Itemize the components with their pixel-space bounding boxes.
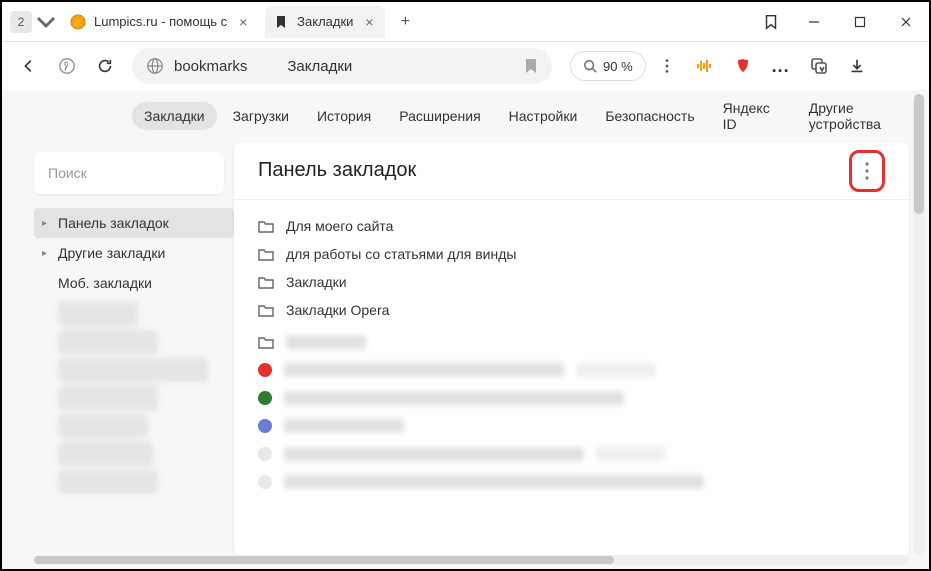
tree-label: Панель закладок	[58, 215, 169, 231]
toolbar: bookmarks Закладки 90 % ...	[2, 42, 929, 90]
tab-title: Lumpics.ru - помощь с	[94, 14, 227, 29]
folder-icon	[258, 219, 274, 233]
scrollbar-thumb[interactable]	[914, 94, 924, 214]
tree-item-blurred[interactable]	[58, 442, 153, 466]
more-options-button[interactable]	[849, 150, 885, 192]
vertical-scrollbar[interactable]	[913, 94, 925, 555]
sidebar: Поиск ▸Панель закладок ▸Другие закладки …	[2, 142, 234, 569]
cat-downloads[interactable]: Загрузки	[221, 102, 301, 130]
horizontal-scrollbar[interactable]	[34, 555, 909, 565]
tree-item-blurred[interactable]	[58, 386, 158, 410]
kebab-menu[interactable]	[650, 49, 684, 83]
folder-icon	[258, 247, 274, 261]
magnifier-icon	[583, 59, 597, 73]
cat-security[interactable]: Безопасность	[593, 102, 706, 130]
window-close[interactable]	[883, 2, 929, 42]
extension-translate-icon[interactable]	[802, 49, 836, 83]
cat-yandex-id[interactable]: Яндекс ID	[711, 94, 793, 138]
extension-shield-icon[interactable]	[726, 49, 760, 83]
tab-lumpics[interactable]: Lumpics.ru - помощь с ×	[62, 6, 259, 38]
close-icon[interactable]: ×	[235, 14, 251, 30]
chevron-right-icon: ▸	[42, 248, 56, 259]
folder-label: Закладки	[286, 274, 347, 290]
tab-bookmarks[interactable]: Закладки ×	[265, 6, 385, 38]
bookmark-icon	[273, 14, 289, 30]
folder-icon	[258, 303, 274, 317]
bookmark-item-blurred[interactable]	[258, 444, 885, 464]
cat-extensions[interactable]: Расширения	[387, 102, 492, 130]
tree-bookmarks-bar[interactable]: ▸Панель закладок	[34, 208, 234, 238]
scrollbar-thumb[interactable]	[34, 556, 614, 564]
search-input[interactable]: Поиск	[34, 152, 224, 194]
content-panel: Панель закладок Для моего сайта для рабо…	[234, 142, 909, 557]
tree-item-blurred[interactable]	[58, 414, 148, 438]
bookmark-item-blurred[interactable]	[258, 388, 885, 408]
bookmark-flag-icon[interactable]	[524, 58, 538, 74]
tree-label: Моб. закладки	[58, 275, 152, 291]
bookmark-item-blurred[interactable]	[258, 332, 885, 352]
chevron-right-icon: ▸	[42, 218, 56, 229]
reload-button[interactable]	[88, 49, 122, 83]
folder-label: Для моего сайта	[286, 218, 393, 234]
bookmark-folder[interactable]: Закладки	[258, 268, 885, 296]
tree-other-bookmarks[interactable]: ▸Другие закладки	[34, 238, 234, 268]
tab-dropdown[interactable]	[36, 11, 56, 33]
folder-icon	[258, 275, 274, 289]
window-minimize[interactable]	[791, 2, 837, 42]
bookmark-folder[interactable]: Закладки Opera	[258, 296, 885, 324]
bookmark-item-blurred[interactable]	[258, 472, 885, 492]
tree-item-blurred[interactable]	[58, 330, 158, 354]
orange-icon	[70, 14, 86, 30]
downloads-icon[interactable]	[751, 2, 791, 42]
tree-mobile-bookmarks[interactable]: Моб. закладки	[34, 268, 234, 298]
tree-item-blurred[interactable]	[58, 470, 158, 494]
cat-history[interactable]: История	[305, 102, 383, 130]
zoom-value: 90 %	[603, 59, 633, 74]
tree-item-blurred[interactable]	[58, 358, 208, 382]
tab-count-badge[interactable]: 2	[10, 11, 32, 33]
address-bar[interactable]: bookmarks Закладки	[132, 48, 552, 84]
tree-label: Другие закладки	[58, 245, 165, 261]
tree-item-blurred[interactable]	[58, 302, 138, 326]
category-tabs: Закладки Загрузки История Расширения Нас…	[2, 90, 929, 142]
globe-icon	[146, 57, 164, 75]
download-arrow-icon[interactable]	[840, 49, 874, 83]
extension-audio-icon[interactable]	[688, 49, 722, 83]
folder-label: Закладки Opera	[286, 302, 389, 318]
page-title-text: Закладки	[287, 58, 352, 75]
zoom-indicator[interactable]: 90 %	[570, 51, 646, 81]
bookmark-folder[interactable]: Для моего сайта	[258, 212, 885, 240]
new-tab-button[interactable]: +	[391, 8, 419, 36]
url-text: bookmarks	[174, 58, 247, 75]
folder-label: для работы со статьями для винды	[286, 246, 516, 262]
cat-other-devices[interactable]: Другие устройства	[797, 94, 929, 138]
main-area: Поиск ▸Панель закладок ▸Другие закладки …	[2, 142, 929, 569]
bookmark-list: Для моего сайта для работы со статьями д…	[234, 200, 909, 512]
bookmark-item-blurred[interactable]	[258, 360, 885, 380]
bookmark-folder[interactable]: для работы со статьями для винды	[258, 240, 885, 268]
folder-icon	[258, 335, 274, 349]
titlebar: 2 Lumpics.ru - помощь с × Закладки × +	[2, 2, 929, 42]
window-maximize[interactable]	[837, 2, 883, 42]
back-button[interactable]	[12, 49, 46, 83]
cat-settings[interactable]: Настройки	[497, 102, 590, 130]
yandex-logo[interactable]	[50, 49, 84, 83]
bookmark-item-blurred[interactable]	[258, 416, 885, 436]
content-header: Панель закладок	[234, 142, 909, 200]
close-icon[interactable]: ×	[361, 14, 377, 30]
more-button[interactable]: ...	[764, 49, 798, 83]
content-heading: Панель закладок	[258, 159, 849, 182]
cat-bookmarks[interactable]: Закладки	[132, 102, 217, 130]
tab-title: Закладки	[297, 14, 353, 29]
